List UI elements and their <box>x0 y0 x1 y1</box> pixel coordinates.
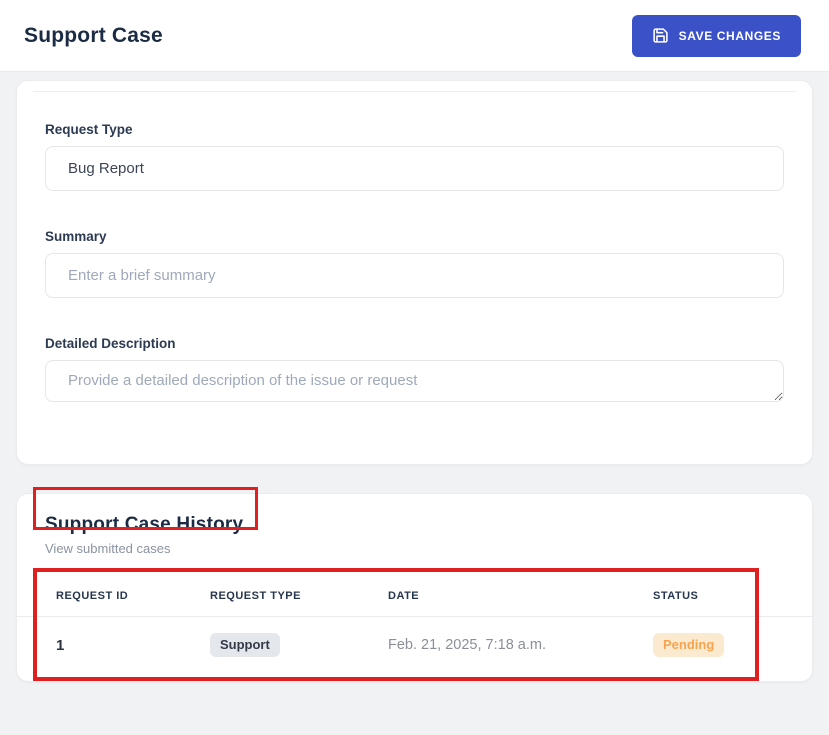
content-area: Request Type Summary Detailed Descriptio… <box>0 72 829 682</box>
save-changes-button[interactable]: SAVE CHANGES <box>631 14 801 57</box>
column-header-request-type: REQUEST TYPE <box>210 590 301 602</box>
support-case-history-card: Support Case History View submitted case… <box>16 493 813 682</box>
summary-field-group: Summary <box>45 229 784 298</box>
column-header-status: STATUS <box>653 590 699 602</box>
summary-input[interactable] <box>45 253 784 298</box>
cell-date: Feb. 21, 2025, 7:18 a.m. <box>388 637 546 653</box>
summary-label: Summary <box>45 229 107 244</box>
table-header-row: REQUEST ID REQUEST TYPE DATE STATUS <box>17 578 812 617</box>
cell-request-id: 1 <box>56 636 65 654</box>
cell-request-type: Support <box>210 633 388 657</box>
column-header-request-id: REQUEST ID <box>56 590 129 602</box>
header-bar: Support Case SAVE CHANGES <box>0 0 829 72</box>
request-type-label: Request Type <box>45 122 133 137</box>
description-field-group: Detailed Description <box>45 336 784 407</box>
description-textarea[interactable] <box>45 360 784 402</box>
table-row[interactable]: 1 Support Feb. 21, 2025, 7:18 a.m. Pendi… <box>17 617 812 681</box>
description-label: Detailed Description <box>45 336 176 351</box>
request-type-field-group: Request Type <box>45 122 784 191</box>
column-header-date: DATE <box>388 590 420 602</box>
request-type-input[interactable] <box>45 146 784 191</box>
history-table: REQUEST ID REQUEST TYPE DATE STATUS 1 Su… <box>17 578 812 681</box>
cell-status: Pending <box>653 633 792 657</box>
history-title: Support Case History <box>45 514 244 535</box>
request-type-badge: Support <box>210 633 280 657</box>
save-button-label: SAVE CHANGES <box>678 28 781 43</box>
history-subtitle: View submitted cases <box>45 541 171 556</box>
page-title: Support Case <box>24 23 163 47</box>
support-case-form-card: Request Type Summary Detailed Descriptio… <box>16 80 813 465</box>
save-icon <box>652 27 669 44</box>
status-badge: Pending <box>653 633 725 657</box>
